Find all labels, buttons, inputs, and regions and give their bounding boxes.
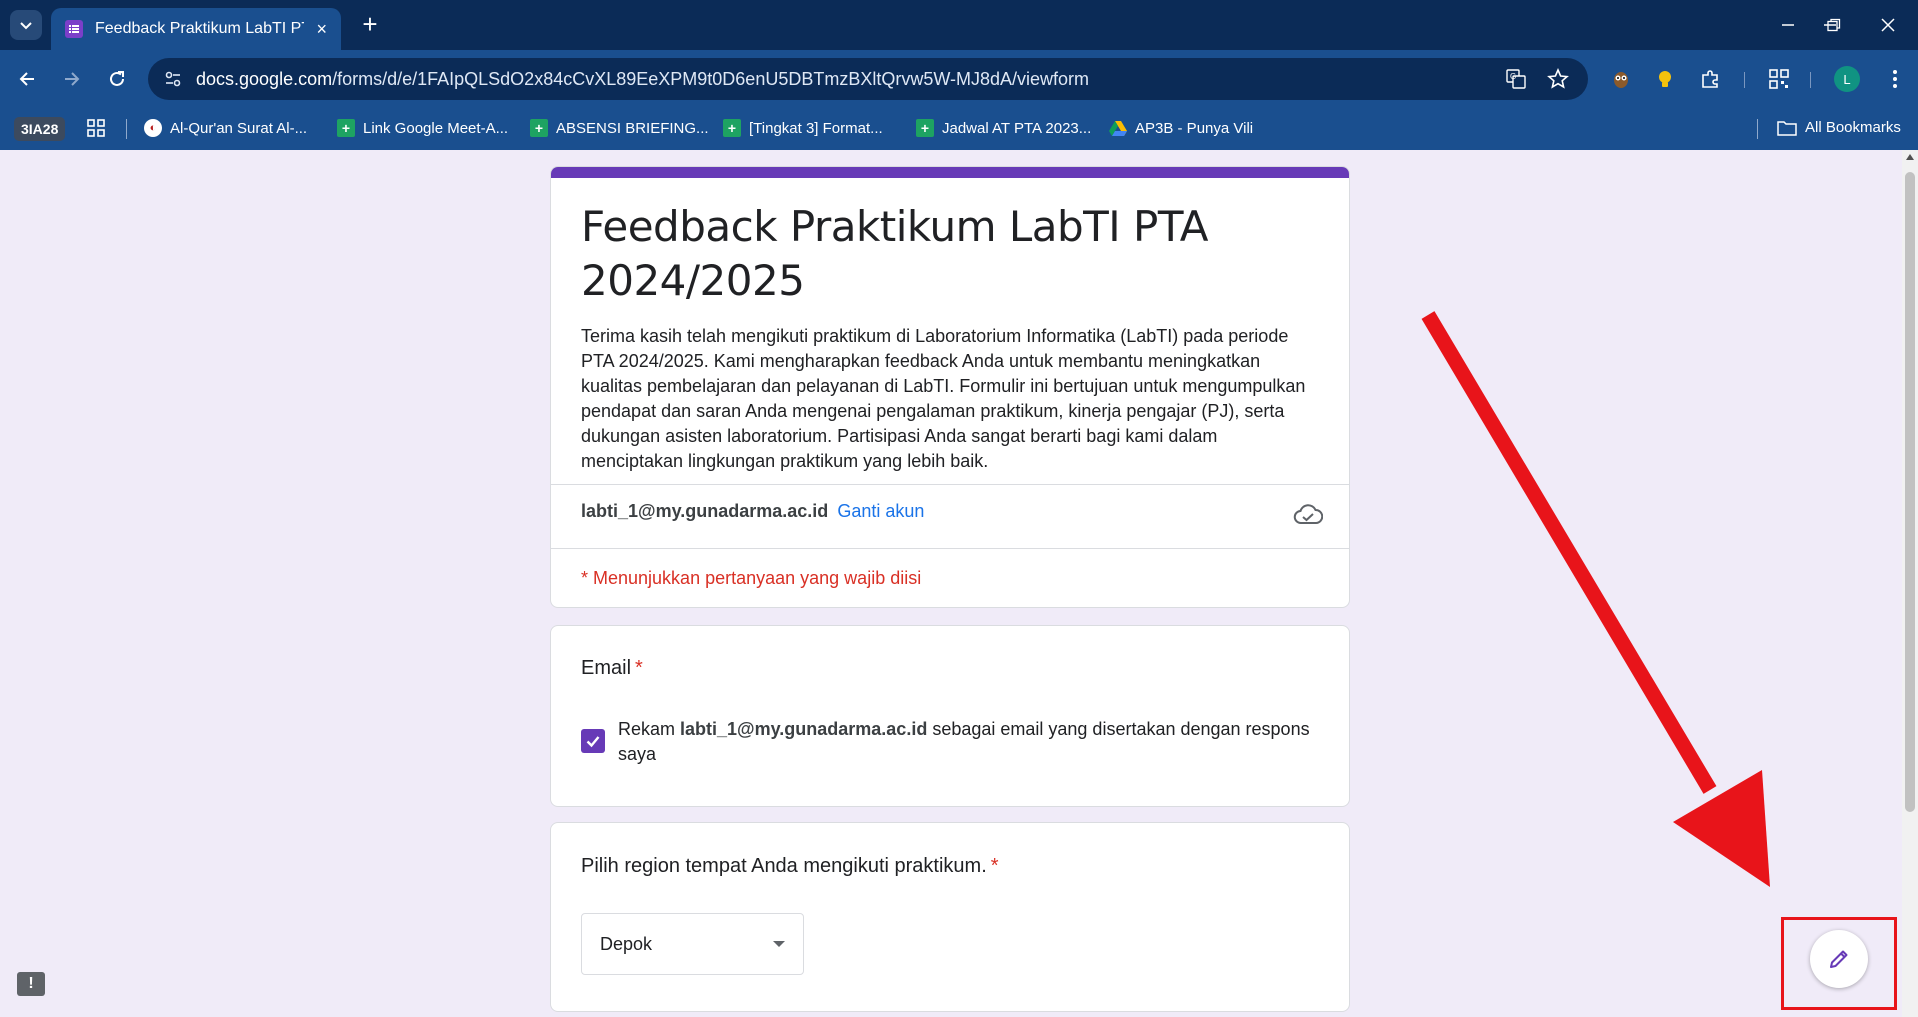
question-card-email: Email * Rekam labti_1@my.gunadarma.ac.id …	[550, 625, 1350, 807]
form-description: Terima kasih telah mengikuti praktikum d…	[581, 326, 1306, 471]
scroll-up-arrow-icon[interactable]	[1906, 154, 1914, 160]
bookmarks-bar: 3IA28 ◐ Al-Qur'an Surat Al-... + Link Go…	[0, 108, 1918, 150]
form-title: Feedback Praktikum LabTI PTA 2024/2025	[581, 202, 1208, 305]
url-text: docs.google.com/forms/d/e/1FAIpQLSdO2x84…	[196, 69, 1089, 90]
address-bar[interactable]: docs.google.com/forms/d/e/1FAIpQLSdO2x84…	[148, 58, 1588, 100]
chevron-down-icon	[20, 22, 32, 30]
switch-account-link[interactable]: Ganti akun	[837, 501, 924, 521]
reload-button[interactable]	[100, 62, 134, 96]
bulb-extension-icon[interactable]	[1650, 64, 1680, 94]
checkbox-label-email: labti_1@my.gunadarma.ac.id	[680, 719, 928, 739]
tab-strip: Feedback Praktikum LabTI PTA 2024/2025 ×…	[0, 0, 1918, 50]
quran-icon: ◐	[144, 119, 162, 137]
bookmark-label: AP3B - Punya Vili	[1135, 119, 1254, 137]
owl-extension-icon[interactable]	[1606, 64, 1636, 94]
profile-avatar[interactable]: L	[1834, 66, 1860, 92]
bookmark-star-icon[interactable]	[1546, 67, 1570, 91]
report-feedback-button[interactable]: !	[17, 972, 45, 996]
page-scrollbar[interactable]	[1902, 150, 1918, 1017]
all-bookmarks-button[interactable]: All Bookmarks	[1777, 119, 1901, 136]
minimize-button[interactable]	[1768, 10, 1808, 40]
bookmark-label: Link Google Meet-A...	[363, 119, 509, 137]
reload-icon	[110, 71, 124, 86]
checkmark-icon	[586, 736, 600, 748]
bookmark-item[interactable]: + Jadwal AT PTA 2023...	[916, 119, 1091, 137]
sheets-icon: +	[530, 119, 548, 137]
bookmark-label: Al-Qur'an Surat Al-...	[170, 119, 308, 137]
close-tab-icon[interactable]: ×	[316, 19, 327, 40]
question-card-region: Pilih region tempat Anda mengikuti prakt…	[550, 822, 1350, 1012]
drive-icon	[1109, 119, 1127, 137]
form-header-card: Feedback Praktikum LabTI PTA 2024/2025 T…	[550, 166, 1350, 608]
sheets-icon: +	[916, 119, 934, 137]
url-host: docs.google.com	[196, 68, 333, 89]
required-note: * Menunjukkan pertanyaan yang wajib diis…	[551, 548, 1349, 607]
pencil-icon	[1830, 950, 1848, 968]
record-email-label[interactable]: Rekam labti_1@my.gunadarma.ac.id sebagai…	[618, 717, 1318, 767]
close-window-button[interactable]	[1868, 10, 1908, 40]
menu-kebab-icon[interactable]	[1880, 64, 1910, 94]
restore-button[interactable]	[1814, 10, 1854, 40]
question-title-text: Pilih region tempat Anda mengikuti prakt…	[581, 855, 987, 877]
edit-response-button[interactable]	[1810, 930, 1868, 988]
google-forms-icon	[65, 20, 83, 38]
sheets-icon: +	[337, 119, 355, 137]
cloud-saved-icon	[1293, 503, 1324, 527]
tab-search-button[interactable]	[10, 10, 42, 40]
bookmark-label: [Tingkat 3] Format...	[749, 119, 883, 137]
bookmark-item[interactable]: + ABSENSI BRIEFING...	[530, 119, 709, 137]
account-row: labti_1@my.gunadarma.ac.id Ganti akun	[551, 484, 1349, 548]
question-title: Pilih region tempat Anda mengikuti prakt…	[581, 855, 999, 878]
feedback-exclamation-icon: !	[28, 975, 34, 992]
toolbar-separator	[1810, 72, 1811, 88]
bookmark-separator	[1757, 119, 1758, 139]
region-selected-value: Depok	[600, 933, 653, 954]
all-bookmarks-label: All Bookmarks	[1805, 119, 1901, 136]
active-tab[interactable]: Feedback Praktikum LabTI PTA 2024/2025 ×	[51, 8, 341, 50]
minimize-icon	[1782, 24, 1794, 26]
bookmark-badge[interactable]: 3IA28	[14, 117, 66, 141]
bookmark-item[interactable]: + [Tingkat 3] Format...	[723, 119, 883, 137]
dropdown-arrow-icon	[773, 941, 785, 947]
folder-icon	[1777, 120, 1797, 136]
bookmark-item[interactable]: AP3B - Punya Vili	[1109, 119, 1253, 137]
back-button[interactable]	[10, 62, 44, 96]
question-title: Email *	[581, 657, 643, 680]
restore-icon	[1827, 18, 1841, 32]
url-path: /forms/d/e/1FAIpQLSdO2x84cCvXL89EeXPM9t0…	[332, 68, 1090, 89]
translate-icon[interactable]: G	[1504, 67, 1528, 91]
record-email-checkbox[interactable]	[581, 729, 605, 753]
arrow-left-icon	[19, 72, 34, 86]
annotation-arrow	[1421, 311, 1770, 887]
apps-grid-icon[interactable]	[86, 118, 108, 140]
svg-text:G: G	[1510, 72, 1516, 81]
account-email: labti_1@my.gunadarma.ac.id	[581, 501, 829, 521]
sheets-icon: +	[723, 119, 741, 137]
bookmark-label: ABSENSI BRIEFING...	[556, 119, 709, 137]
checkbox-label-prefix: Rekam	[618, 719, 681, 739]
required-star: *	[990, 855, 999, 877]
required-star: *	[635, 657, 643, 679]
new-tab-button[interactable]: +	[355, 10, 385, 40]
qr-code-icon[interactable]	[1764, 64, 1794, 94]
bookmark-separator	[126, 119, 127, 139]
bookmark-item[interactable]: ◐ Al-Qur'an Surat Al-...	[144, 119, 307, 137]
tab-title: Feedback Praktikum LabTI PTA 2024/2025	[95, 20, 304, 37]
bookmark-item[interactable]: + Link Google Meet-A...	[337, 119, 508, 137]
scrollbar-thumb[interactable]	[1905, 172, 1915, 812]
bookmark-label: Jadwal AT PTA 2023...	[942, 119, 1092, 137]
toolbar-separator	[1744, 72, 1745, 88]
extensions-puzzle-icon[interactable]	[1696, 64, 1726, 94]
close-icon	[1881, 18, 1895, 32]
question-title-text: Email	[581, 657, 632, 679]
browser-toolbar: docs.google.com/forms/d/e/1FAIpQLSdO2x84…	[0, 50, 1918, 108]
region-dropdown[interactable]: Depok	[581, 913, 804, 975]
theme-accent-bar	[551, 167, 1349, 178]
forward-button[interactable]	[55, 62, 89, 96]
site-settings-icon[interactable]	[162, 68, 184, 90]
arrow-right-icon	[65, 72, 80, 86]
